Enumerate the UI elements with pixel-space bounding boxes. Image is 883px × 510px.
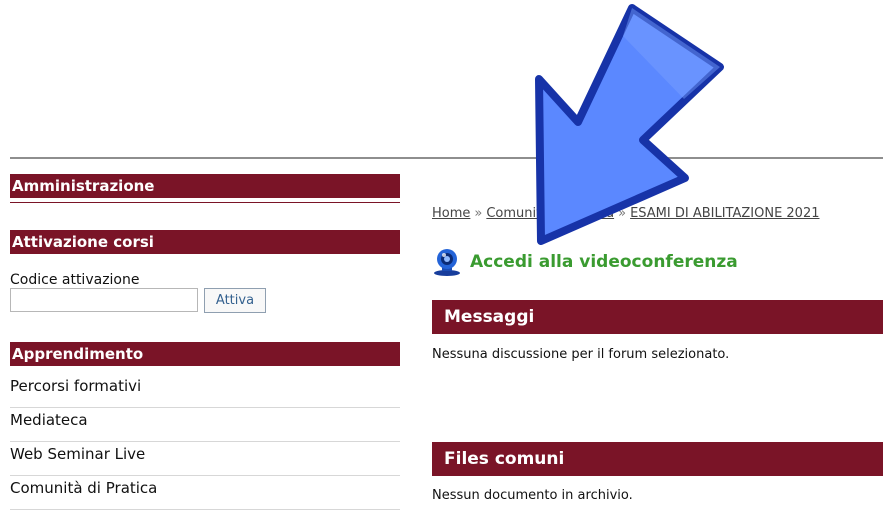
activate-button[interactable]: Attiva [204,288,266,313]
messages-empty-text: Nessuna discussione per il forum selezio… [432,347,730,362]
sidebar-item-web-seminar-live[interactable]: Web Seminar Live [10,443,400,476]
arrow-pointer-icon [535,4,724,245]
video-conference-link[interactable]: Accedi alla videoconferenza [432,248,738,276]
administration-header-rule [10,202,400,203]
sidebar-item-comunita-di-pratica[interactable]: Comunità di Pratica [10,477,400,510]
video-conference-label: Accedi alla videoconferenza [470,252,738,272]
breadcrumb-home-link[interactable]: Home [432,206,470,221]
administration-header: Amministrazione [10,174,400,198]
shared-files-header: Files comuni [432,442,883,476]
activation-code-label: Codice attivazione [10,272,140,288]
page-divider [10,157,883,159]
breadcrumb-separator: » [474,206,483,221]
shared-files-empty-text: Nessun documento in archivio. [432,488,633,503]
learning-header: Apprendimento [10,342,400,366]
webcam-icon [434,249,460,276]
sidebar-item-percorsi-formativi[interactable]: Percorsi formativi [10,375,400,408]
activation-code-input[interactable] [10,288,198,312]
sidebar-item-mediateca[interactable]: Mediateca [10,409,400,442]
messages-header: Messaggi [432,300,883,334]
activation-header: Attivazione corsi [10,230,400,254]
